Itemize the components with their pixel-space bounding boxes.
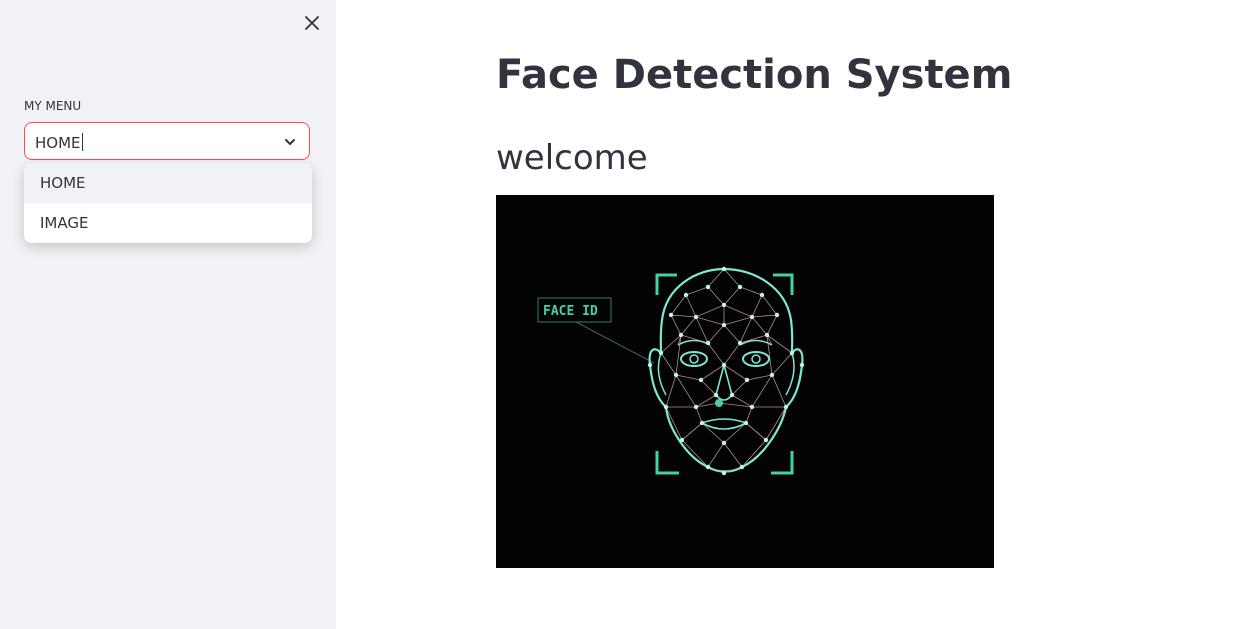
close-sidebar-button[interactable] [300,11,324,35]
menu-dropdown: HOME IMAGE [24,163,312,243]
menu-select[interactable]: HOME [24,122,310,160]
menu-select-value[interactable]: HOME [35,133,83,152]
menu-option-image[interactable]: IMAGE [24,203,312,243]
chevron-down-icon[interactable] [283,135,297,149]
text-cursor [81,133,83,151]
menu-label: MY MENU [24,99,82,113]
face-id-image: FACE ID [496,195,994,568]
page-subtitle: welcome [496,138,648,178]
page-title: Face Detection System [496,52,1013,98]
close-icon [305,16,319,30]
face-id-pointer [575,321,655,364]
sidebar: MY MENU HOME HOME IMAGE [0,0,336,629]
menu-option-home[interactable]: HOME [24,163,312,203]
face-id-label: FACE ID [543,304,598,319]
face-mesh [647,266,805,476]
